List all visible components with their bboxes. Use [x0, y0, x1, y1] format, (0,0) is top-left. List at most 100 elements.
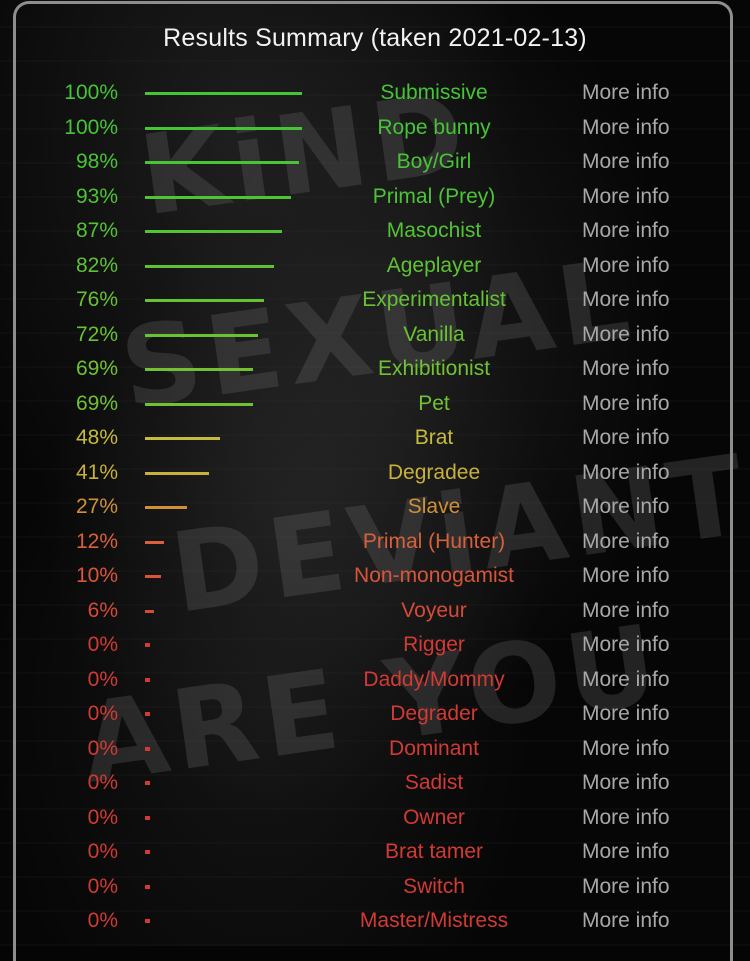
- result-bar: [145, 884, 150, 889]
- result-percent: 0%: [87, 771, 118, 794]
- more-info-link[interactable]: More info: [582, 254, 670, 278]
- more-info-link[interactable]: More info: [582, 633, 670, 657]
- result-bar: [145, 781, 150, 785]
- more-info-link[interactable]: More info: [582, 426, 670, 450]
- result-name: Non-monogamist: [354, 564, 514, 587]
- result-row: 12% Primal (Hunter) More info: [0, 526, 750, 561]
- result-name: Rope bunny: [377, 115, 491, 139]
- result-name: Ageplayer: [386, 253, 482, 277]
- more-info-link[interactable]: More info: [582, 288, 670, 312]
- result-row: 10% Non-monogamist More info: [0, 560, 750, 595]
- more-info-link[interactable]: More info: [582, 357, 670, 381]
- result-name: Primal (Hunter): [362, 529, 506, 553]
- result-name: Pet: [418, 391, 450, 415]
- result-bar: [145, 850, 150, 854]
- result-name: Exhibitionist: [377, 357, 491, 380]
- result-row: 98% Boy/Girl More info: [0, 146, 750, 181]
- result-row: 0% Dominant More info: [0, 733, 750, 768]
- result-bar: [145, 437, 220, 440]
- result-bar: [145, 746, 150, 751]
- result-percent: 69%: [75, 391, 118, 415]
- page-title: Results Summary (taken 2021-02-13): [163, 24, 587, 52]
- result-bar: [145, 815, 150, 820]
- result-name: Dominant: [389, 736, 479, 760]
- result-percent: 98%: [75, 150, 118, 173]
- result-bar: [145, 161, 299, 164]
- result-percent: 0%: [87, 667, 118, 691]
- result-bar: [145, 195, 291, 199]
- result-row: 6% Voyeur More info: [0, 595, 750, 630]
- result-name: Slave: [407, 495, 461, 518]
- result-row: 41% Degradee More info: [0, 457, 750, 492]
- result-percent: 93%: [75, 184, 118, 208]
- more-info-link[interactable]: More info: [582, 702, 670, 726]
- more-info-link[interactable]: More info: [582, 875, 670, 899]
- result-percent: 72%: [75, 322, 118, 346]
- more-info-link[interactable]: More info: [582, 150, 670, 174]
- more-info-link[interactable]: More info: [582, 461, 670, 485]
- result-bar: [145, 575, 161, 578]
- result-bar: [145, 643, 150, 647]
- more-info-link[interactable]: More info: [582, 81, 670, 105]
- result-row: 0% Owner More info: [0, 802, 750, 837]
- result-bar: [145, 264, 274, 268]
- result-percent: 6%: [87, 598, 118, 622]
- result-name: Voyeur: [401, 598, 467, 622]
- more-info-link[interactable]: More info: [582, 599, 670, 623]
- more-info-link[interactable]: More info: [582, 530, 670, 554]
- more-info-link[interactable]: More info: [582, 771, 670, 795]
- result-name: Submissive: [380, 81, 488, 104]
- more-info-link[interactable]: More info: [582, 185, 670, 209]
- result-bar: [145, 712, 150, 716]
- result-row: 100% Rope bunny More info: [0, 112, 750, 147]
- result-name: Switch: [403, 874, 465, 898]
- result-row: 0% Master/Mistress More info: [0, 905, 750, 940]
- result-percent: 27%: [75, 495, 118, 518]
- result-row: 0% Brat tamer More info: [0, 836, 750, 871]
- result-percent: 0%: [87, 840, 118, 863]
- result-name: Boy/Girl: [396, 150, 472, 173]
- result-name: Degradee: [387, 460, 481, 484]
- result-bar: [145, 540, 164, 544]
- result-bar: [145, 402, 253, 406]
- result-row: 87% Masochist More info: [0, 215, 750, 250]
- result-bar: [145, 126, 302, 130]
- more-info-link[interactable]: More info: [582, 564, 670, 588]
- result-row: 0% Rigger More info: [0, 629, 750, 664]
- more-info-link[interactable]: More info: [582, 495, 670, 519]
- result-percent: 12%: [75, 529, 118, 553]
- result-percent: 82%: [75, 253, 118, 277]
- result-percent: 69%: [75, 357, 118, 380]
- result-name: Vanilla: [403, 322, 465, 346]
- result-percent: 100%: [64, 115, 118, 139]
- result-row: 93% Primal (Prey) More info: [0, 181, 750, 216]
- result-percent: 0%: [87, 805, 118, 829]
- result-row: 0% Switch More info: [0, 871, 750, 906]
- more-info-link[interactable]: More info: [582, 737, 670, 761]
- more-info-link[interactable]: More info: [582, 219, 670, 243]
- result-row: 27% Slave More info: [0, 491, 750, 526]
- more-info-link[interactable]: More info: [582, 323, 670, 347]
- more-info-link[interactable]: More info: [582, 806, 670, 830]
- more-info-link[interactable]: More info: [582, 668, 670, 692]
- result-row: 100% Submissive More info: [0, 77, 750, 112]
- result-name: Primal (Prey): [372, 184, 496, 208]
- more-info-link[interactable]: More info: [582, 392, 670, 416]
- result-percent: 0%: [87, 909, 118, 932]
- more-info-link[interactable]: More info: [582, 116, 670, 140]
- result-name: Daddy/Mommy: [363, 667, 505, 691]
- result-bar: [145, 506, 187, 509]
- more-info-link[interactable]: More info: [582, 909, 670, 933]
- result-row: 48% Brat More info: [0, 422, 750, 457]
- result-name: Brat tamer: [384, 840, 484, 863]
- result-bar: [145, 609, 154, 613]
- result-percent: 87%: [75, 219, 118, 242]
- more-info-link[interactable]: More info: [582, 840, 670, 864]
- result-row: 76% Experimentalist More info: [0, 284, 750, 319]
- result-row: 0% Daddy/Mommy More info: [0, 664, 750, 699]
- results-list: 100% Submissive More info 100% Rope bunny Mor…: [0, 77, 750, 940]
- result-percent: 100%: [64, 81, 118, 104]
- result-name: Sadist: [404, 771, 464, 794]
- result-name: Master/Mistress: [359, 909, 509, 932]
- result-row: 0% Degrader More info: [0, 698, 750, 733]
